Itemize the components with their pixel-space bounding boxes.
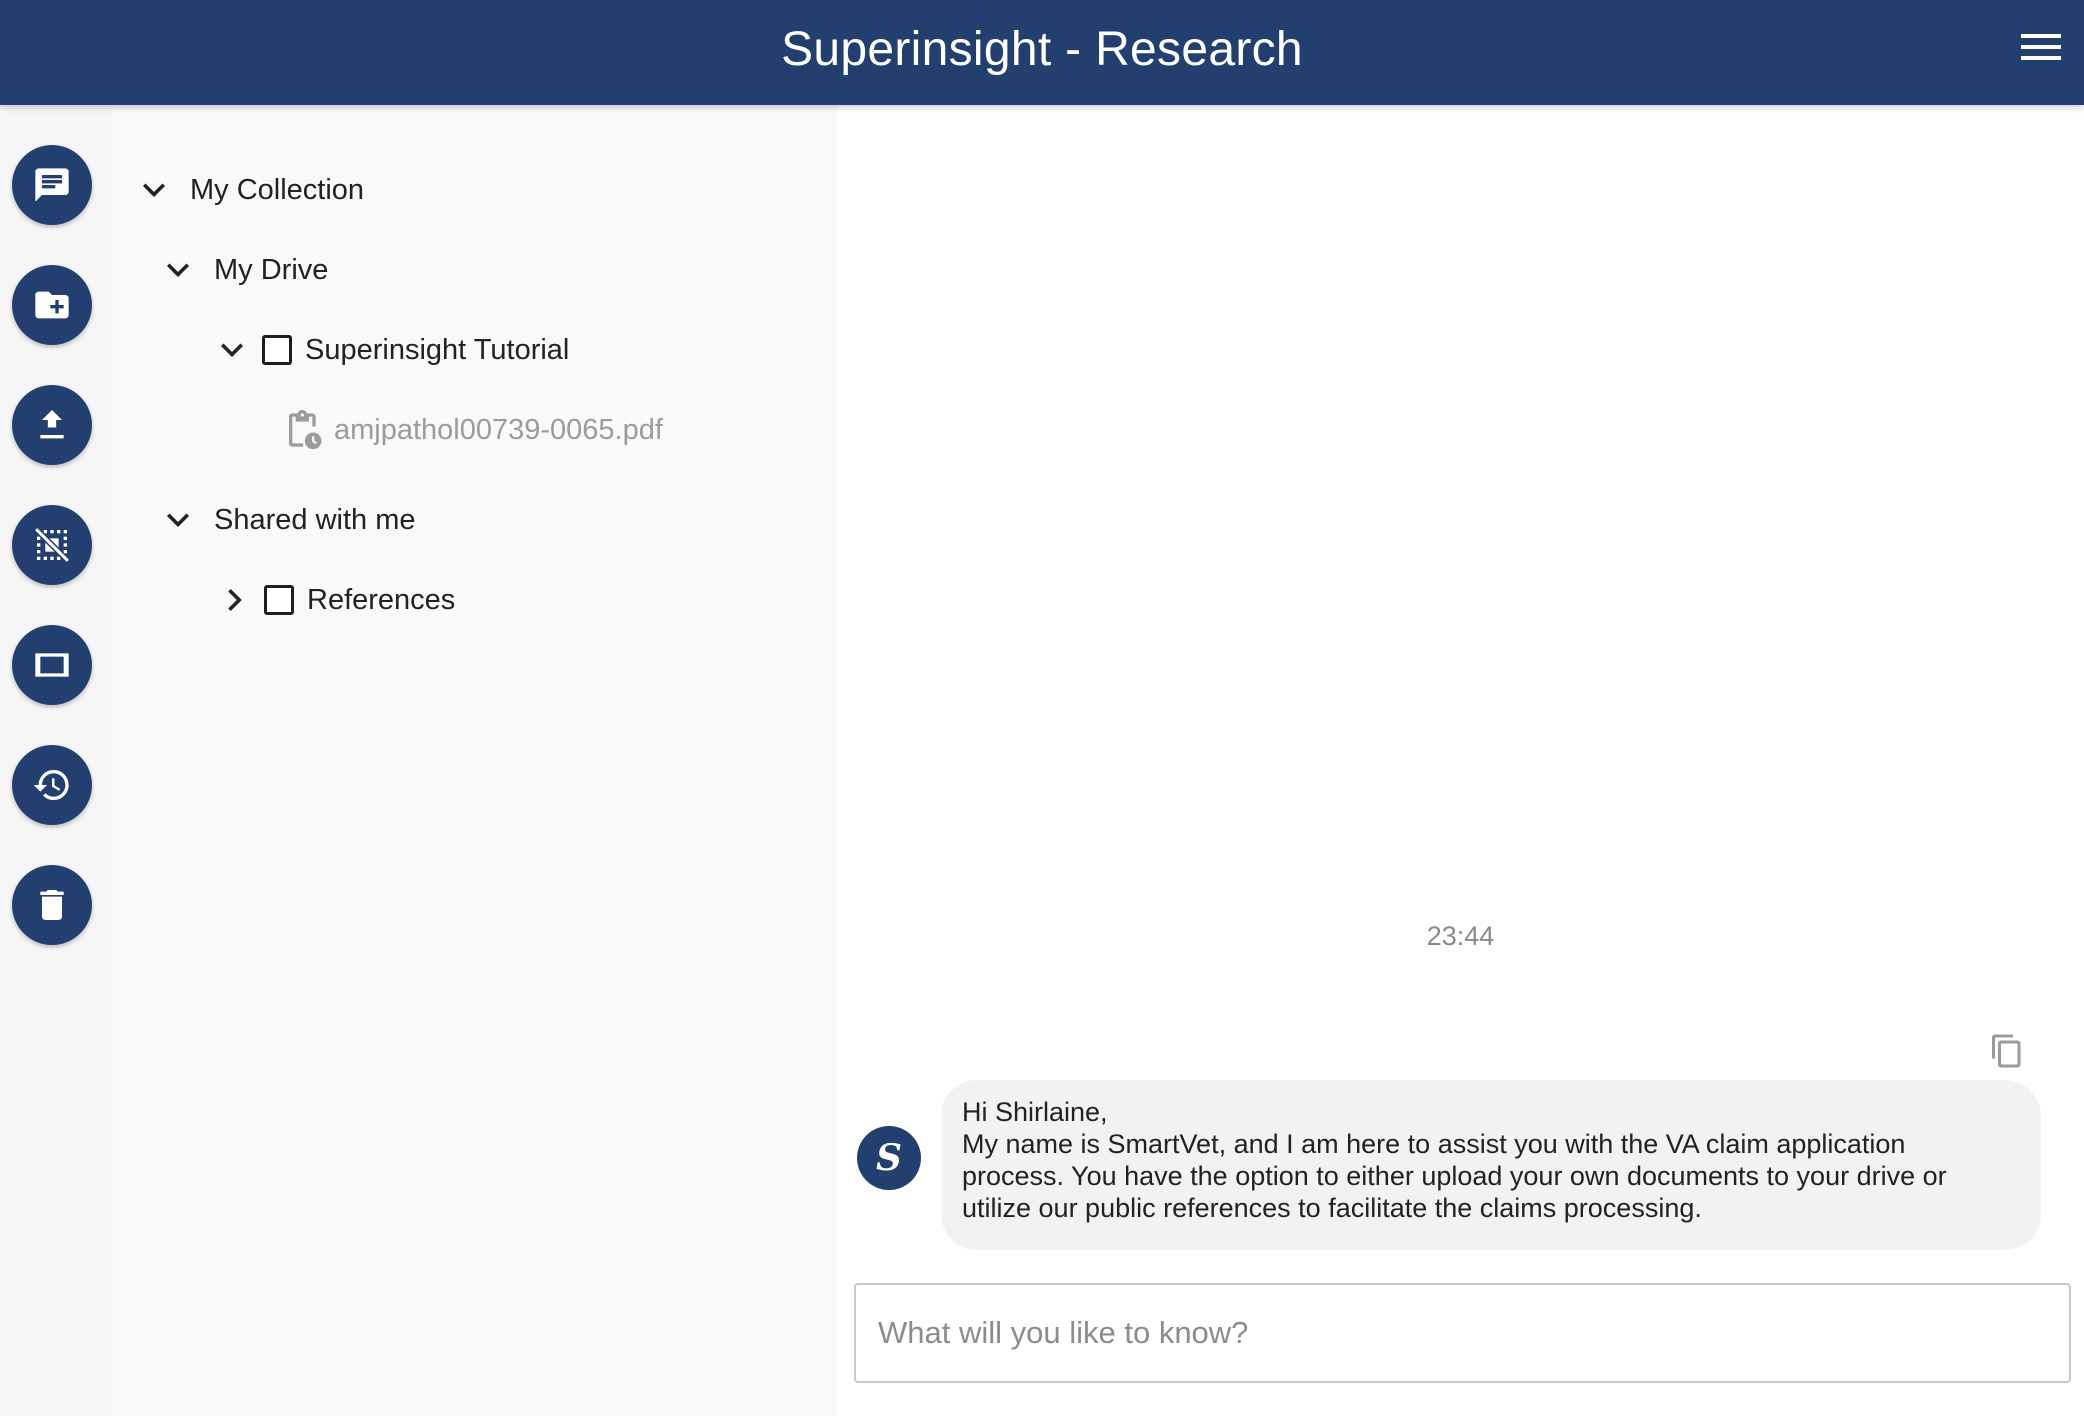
deselect-button[interactable] (12, 505, 92, 585)
tree-item-file[interactable]: amjpathol00739-0065.pdf (284, 405, 663, 455)
chat-panel: 23:44 S Hi Shirlaine, My name is SmartVe… (837, 105, 2084, 1416)
message-line: utilize our public references to facilit… (962, 1193, 1702, 1223)
history-button[interactable] (12, 745, 92, 825)
message-timestamp: 23:44 (1426, 921, 1495, 951)
delete-icon (40, 890, 64, 920)
folder-checkbox[interactable] (264, 585, 294, 615)
tree-item-superinsight-tutorial[interactable]: Superinsight Tutorial (214, 325, 569, 375)
tree-item-label: References (307, 583, 456, 616)
tree-item-label: My Collection (190, 173, 365, 206)
app-header: Superinsight - Research (0, 0, 2084, 105)
message-line: Hi Shirlaine, (962, 1097, 1108, 1127)
chat-button[interactable] (12, 145, 92, 225)
chevron-down-icon[interactable] (160, 252, 196, 288)
message-line: My name is SmartVet, and I am here to as… (962, 1129, 1906, 1159)
chevron-down-icon[interactable] (160, 502, 196, 538)
history-icon (33, 770, 69, 800)
tree-item-label: Shared with me (214, 503, 416, 536)
tree-item-label: Superinsight Tutorial (305, 333, 570, 366)
copy-icon[interactable] (1989, 1033, 2025, 1069)
panel-button[interactable] (12, 625, 92, 705)
tree-item-label: My Drive (214, 253, 329, 286)
tree-item-my-collection[interactable]: My Collection (136, 165, 364, 215)
new-folder-button[interactable] (12, 265, 92, 345)
avatar-letter: S (876, 1137, 902, 1179)
deselect-icon (34, 527, 70, 563)
message-bubble: Hi Shirlaine, My name is SmartVet, and I… (941, 1080, 2041, 1250)
collection-tree: My Collection My Drive Superinsight Tuto… (112, 105, 837, 1416)
new-folder-icon (35, 291, 69, 319)
panel-icon (35, 653, 69, 677)
chat-input[interactable] (854, 1283, 2071, 1383)
upload-icon (40, 410, 64, 439)
tree-item-shared-with-me[interactable]: Shared with me (160, 495, 416, 545)
action-rail (0, 105, 112, 1416)
chat-icon (35, 168, 69, 202)
upload-button[interactable] (12, 385, 92, 465)
folder-checkbox[interactable] (262, 335, 292, 365)
delete-button[interactable] (12, 865, 92, 945)
chevron-down-icon[interactable] (214, 332, 250, 368)
hamburger-menu-icon (2021, 34, 2061, 60)
chevron-right-icon[interactable] (216, 582, 252, 618)
menu-button[interactable] (2016, 26, 2068, 70)
chevron-down-icon[interactable] (136, 172, 172, 208)
message-line: process. You have the option to either u… (962, 1161, 1947, 1191)
tree-item-references[interactable]: References (216, 575, 455, 625)
file-name: amjpathol00739-0065.pdf (334, 413, 663, 446)
pending-file-icon (289, 410, 322, 450)
avatar: S (857, 1126, 921, 1190)
app-title: Superinsight - Research (781, 23, 1303, 76)
tree-item-my-drive[interactable]: My Drive (160, 245, 328, 295)
